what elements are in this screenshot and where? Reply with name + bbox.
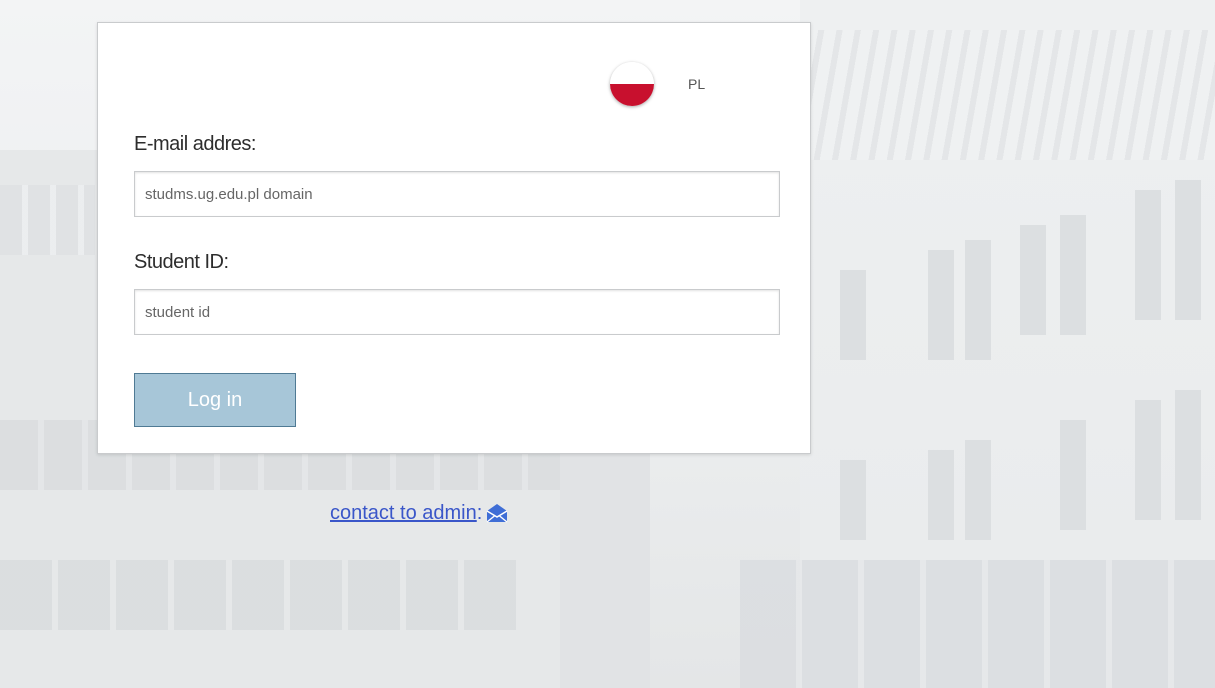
language-code[interactable]: PL: [688, 76, 705, 92]
email-input[interactable]: [134, 171, 780, 217]
language-switcher[interactable]: PL: [610, 61, 750, 107]
contact-separator: :: [476, 501, 483, 524]
poland-flag-icon[interactable]: [610, 62, 654, 106]
student-id-label: Student ID:: [134, 251, 229, 273]
login-page: PL E-mail addres: Student ID: Log in con…: [0, 0, 1215, 688]
login-button[interactable]: Log in: [134, 373, 296, 427]
login-card: PL E-mail addres: Student ID: Log in: [97, 22, 811, 454]
contact-admin: contact to admin :: [330, 498, 508, 528]
student-id-input[interactable]: [134, 289, 780, 335]
envelope-icon[interactable]: [486, 503, 508, 523]
email-label: E-mail addres:: [134, 133, 256, 155]
contact-admin-link[interactable]: contact to admin: [330, 502, 477, 525]
